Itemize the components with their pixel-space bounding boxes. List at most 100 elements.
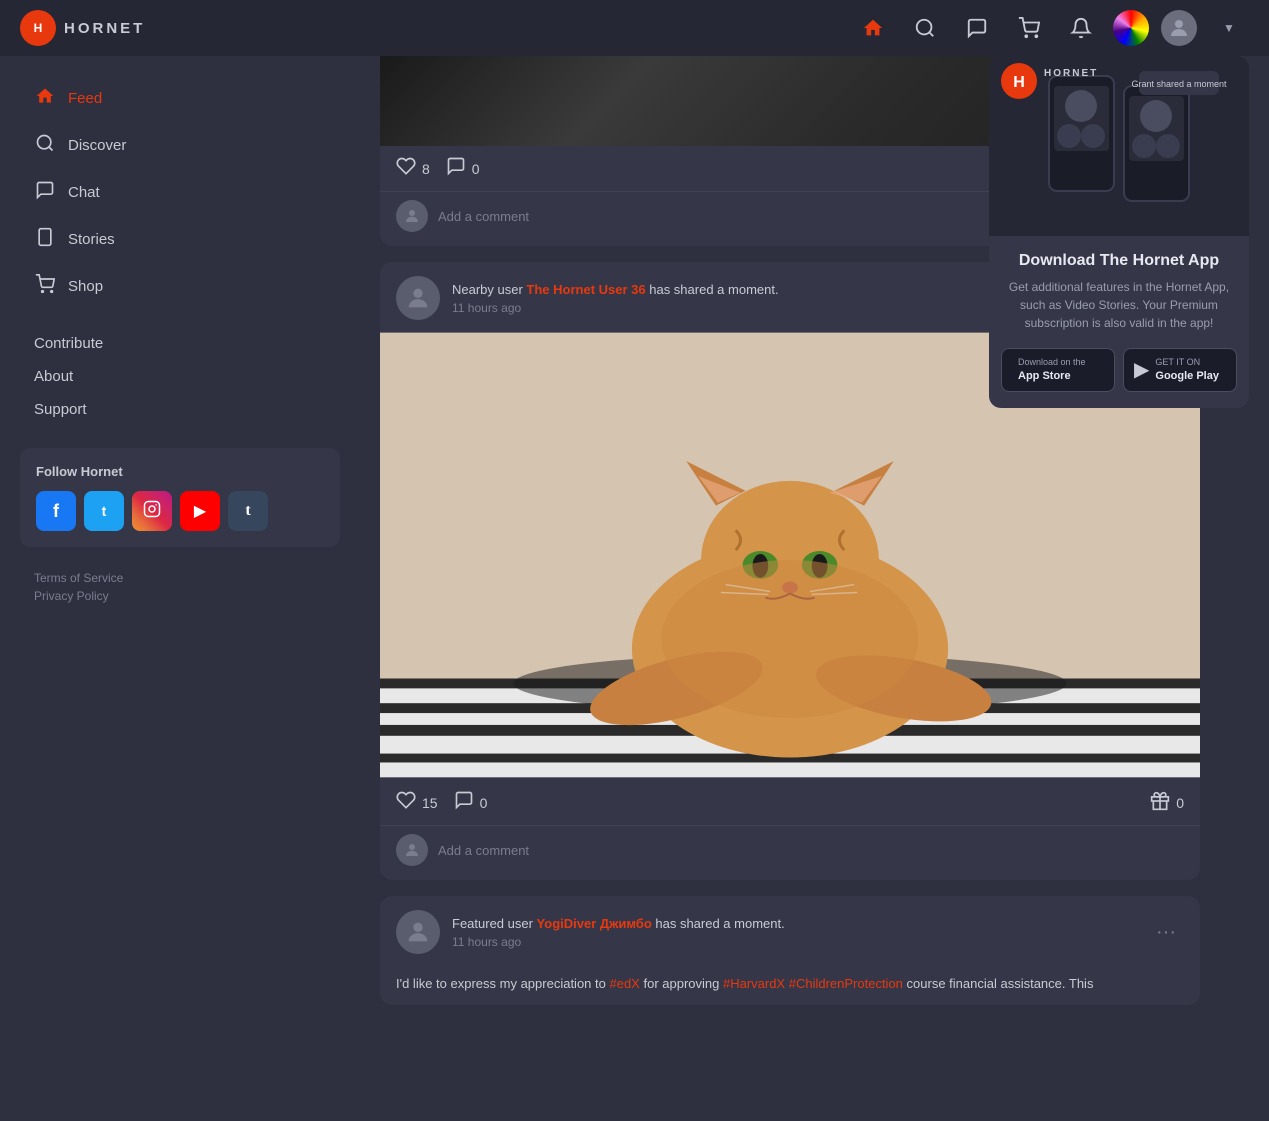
- post2-gift-count: 0: [1176, 795, 1184, 811]
- twitter-button[interactable]: t: [84, 491, 124, 531]
- follow-box: Follow Hornet f t ▶ t: [20, 448, 340, 547]
- support-link[interactable]: Support: [34, 395, 326, 424]
- app-promo: H HORNET Grant shared a moment Download …: [989, 56, 1249, 408]
- user-menu-chevron[interactable]: ▼: [1209, 8, 1249, 48]
- tumblr-button[interactable]: t: [228, 491, 268, 531]
- store-buttons: Download on the App Store ▶ GET IT ON Go…: [989, 348, 1249, 408]
- post3-hashtag3[interactable]: #ChildrenProtection: [789, 976, 903, 991]
- post2-comment-btn[interactable]: 0: [454, 790, 488, 815]
- sidebar-discover-label: Discover: [68, 137, 126, 154]
- post2-gift-btn[interactable]: 0: [1150, 791, 1184, 814]
- promo-image: H HORNET Grant shared a moment: [989, 56, 1249, 236]
- google-play-btn[interactable]: ▶ GET IT ON Google Play: [1123, 348, 1237, 392]
- post1-comment-count: 0: [472, 161, 480, 177]
- sidebar-nav: Feed Discover Chat Stories: [20, 76, 340, 309]
- social-icons: f t ▶ t: [36, 491, 324, 531]
- post2-username[interactable]: The Hornet User 36: [526, 282, 645, 297]
- sidebar-item-chat[interactable]: Chat: [20, 170, 340, 215]
- app-store-name: App Store: [1018, 369, 1086, 383]
- sidebar-shop-label: Shop: [68, 278, 103, 295]
- about-link[interactable]: About: [34, 362, 326, 391]
- instagram-icon: [143, 500, 161, 523]
- search-icon[interactable]: [905, 8, 945, 48]
- facebook-icon: f: [53, 501, 59, 522]
- post3-more-btn[interactable]: ···: [1148, 917, 1184, 948]
- post3-hashtag1[interactable]: #edX: [609, 976, 639, 991]
- post2-comment-count: 0: [480, 795, 488, 811]
- sidebar: Feed Discover Chat Stories: [0, 56, 360, 1065]
- sidebar-stories-label: Stories: [68, 231, 115, 248]
- facebook-button[interactable]: f: [36, 491, 76, 531]
- post2-avatar[interactable]: [396, 276, 440, 320]
- comment-icon: [446, 156, 466, 181]
- post1-comment-btn[interactable]: 0: [446, 156, 480, 181]
- post2-commenter-avatar: [396, 834, 428, 866]
- sidebar-item-discover[interactable]: Discover: [20, 123, 340, 168]
- sidebar-item-shop[interactable]: Shop: [20, 264, 340, 309]
- hornet-logo-icon: H: [20, 10, 56, 46]
- post2-actions: 15 0 0: [380, 780, 1200, 825]
- comment-icon-2: [454, 790, 474, 815]
- stories-icon: [34, 227, 56, 252]
- youtube-icon: ▶: [194, 501, 206, 521]
- tumblr-icon: t: [245, 502, 250, 520]
- promo-title: Download The Hornet App: [989, 236, 1249, 278]
- post3-hashtag2[interactable]: #HarvardX: [723, 976, 785, 991]
- post3-text: I'd like to express my appreciation to #…: [380, 964, 1200, 1005]
- post2-comment-area: Add a comment: [380, 825, 1200, 880]
- post3-text-end: course financial assistance. This: [903, 976, 1094, 991]
- page-layout: Feed Discover Chat Stories: [0, 56, 1269, 1041]
- post2-prefix: Nearby user: [452, 282, 526, 297]
- app-store-btn[interactable]: Download on the App Store: [1001, 348, 1115, 392]
- google-play-label: GET IT ON: [1155, 357, 1200, 367]
- sidebar-secondary: Contribute About Support: [20, 329, 340, 424]
- svg-text:HORNET: HORNET: [1044, 68, 1098, 79]
- chat-icon: [34, 180, 56, 205]
- bell-icon[interactable]: [1061, 8, 1101, 48]
- footer-links: Terms of Service Privacy Policy: [20, 571, 340, 603]
- post3-prefix: Featured user: [452, 916, 537, 931]
- twitter-icon: t: [102, 503, 107, 519]
- post3-text-start: I'd like to express my appreciation to: [396, 976, 609, 991]
- instagram-button[interactable]: [132, 491, 172, 531]
- post2-comment-input[interactable]: Add a comment: [438, 843, 1184, 858]
- post3-header: Featured user YogiDiver Джимбо has share…: [380, 896, 1200, 964]
- heart-icon-2: [396, 790, 416, 815]
- terms-link[interactable]: Terms of Service: [34, 571, 326, 585]
- user-avatar[interactable]: [1161, 10, 1197, 46]
- contribute-link[interactable]: Contribute: [34, 329, 326, 358]
- shop-nav-icon[interactable]: [1009, 8, 1049, 48]
- post3-suffix: has shared a moment.: [652, 916, 785, 931]
- chat-nav-icon[interactable]: [957, 8, 997, 48]
- right-sidebar: H HORNET Grant shared a moment Download …: [989, 56, 1269, 428]
- sidebar-item-feed[interactable]: Feed: [20, 76, 340, 121]
- promo-desc: Get additional features in the Hornet Ap…: [989, 278, 1249, 348]
- post1-like-btn[interactable]: 8: [396, 156, 430, 181]
- sidebar-chat-label: Chat: [68, 184, 100, 201]
- gift-icon-2: [1150, 791, 1170, 814]
- post3-meta-line: Featured user YogiDiver Джимбо has share…: [452, 915, 1136, 933]
- follow-title: Follow Hornet: [36, 464, 324, 479]
- post-card-3: Featured user YogiDiver Джимбо has share…: [380, 896, 1200, 1005]
- post3-meta: Featured user YogiDiver Джимбо has share…: [452, 915, 1136, 949]
- sidebar-item-stories[interactable]: Stories: [20, 217, 340, 262]
- youtube-button[interactable]: ▶: [180, 491, 220, 531]
- heart-icon: [396, 156, 416, 181]
- post2-like-count: 15: [422, 795, 438, 811]
- shop-icon: [34, 274, 56, 299]
- google-play-name: Google Play: [1155, 369, 1219, 383]
- post3-avatar[interactable]: [396, 910, 440, 954]
- post2-suffix: has shared a moment.: [646, 282, 779, 297]
- home-icon[interactable]: [853, 8, 893, 48]
- svg-text:H: H: [1013, 74, 1025, 91]
- app-store-label: Download on the: [1018, 357, 1086, 367]
- svg-text:Grant shared a moment: Grant shared a moment: [1131, 79, 1227, 89]
- post2-like-btn[interactable]: 15: [396, 790, 438, 815]
- privacy-link[interactable]: Privacy Policy: [34, 589, 326, 603]
- discover-icon: [34, 133, 56, 158]
- post3-username[interactable]: YogiDiver Джимбо: [537, 916, 652, 931]
- post3-text-mid1: for approving: [640, 976, 723, 991]
- rainbow-icon[interactable]: [1113, 10, 1149, 46]
- feed-icon: [34, 86, 56, 111]
- topnav: H HORNET ▼: [0, 0, 1269, 56]
